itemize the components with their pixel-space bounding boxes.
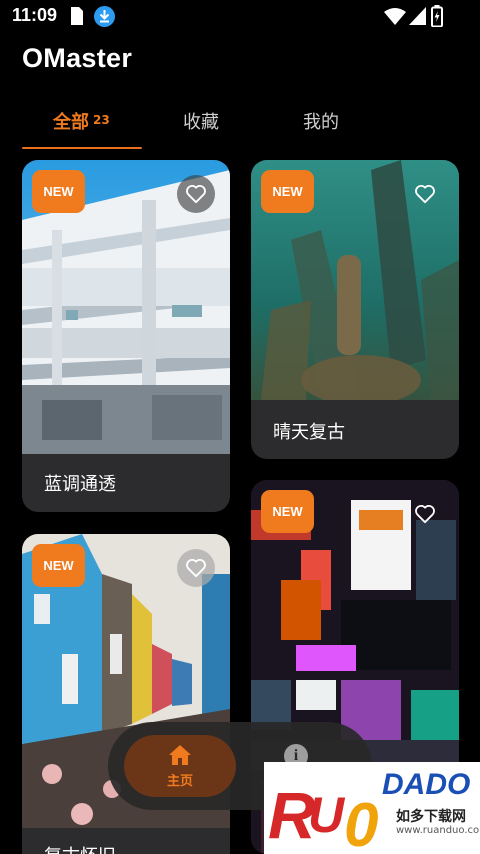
tab-mine-label: 我的: [303, 112, 339, 133]
favorite-button[interactable]: [406, 495, 444, 533]
tab-favorites[interactable]: 收藏: [183, 108, 219, 134]
favorite-button[interactable]: [406, 175, 444, 213]
heart-outline-icon: [415, 505, 435, 524]
signal-icon: [409, 7, 426, 25]
heart-outline-icon: [186, 559, 206, 578]
filter-tabs: 全部 23 收藏 我的: [22, 100, 458, 150]
heart-outline-icon: [186, 185, 206, 204]
download-icon: [94, 6, 115, 27]
status-time: 11:09: [12, 5, 58, 25]
wifi-icon: [384, 8, 406, 25]
tab-all[interactable]: 全部 23: [53, 108, 110, 134]
favorite-button[interactable]: [177, 549, 215, 587]
active-tab-indicator: [22, 147, 142, 149]
svg-text:DADO: DADO: [382, 768, 470, 801]
preset-card-2[interactable]: NEW 晴天复古: [251, 160, 459, 459]
new-badge: NEW: [32, 544, 85, 587]
watermark-url: www.ruanduo.com: [396, 825, 480, 836]
card-title: 蓝调通透: [44, 474, 116, 495]
app-title: OMaster: [22, 43, 133, 73]
svg-text:U: U: [308, 787, 346, 843]
battery-charging-icon: [431, 5, 443, 27]
preset-card-1[interactable]: NEW 蓝调通透: [22, 160, 230, 512]
nav-home-button[interactable]: 主页: [124, 735, 236, 797]
heart-outline-icon: [415, 185, 435, 204]
new-badge: NEW: [261, 170, 314, 213]
new-badge: NEW: [261, 490, 314, 533]
tab-all-count: 23: [93, 113, 110, 127]
card-title: 晴天复古: [273, 422, 345, 443]
svg-text:0: 0: [344, 791, 378, 854]
favorite-button[interactable]: [177, 175, 215, 213]
watermark-slogan: 如多下载网: [396, 809, 466, 825]
sim-card-icon: [71, 7, 83, 25]
tab-favorites-label: 收藏: [183, 112, 219, 133]
status-bar: 11:09: [0, 0, 480, 34]
nav-home-label: 主页: [166, 773, 193, 789]
new-badge: NEW: [32, 170, 85, 213]
home-icon: [169, 744, 191, 765]
watermark: R U 0 DADO 如多下载网 www.ruanduo.com: [264, 762, 480, 854]
tab-mine[interactable]: 我的: [303, 108, 339, 134]
tab-all-label: 全部: [53, 112, 89, 133]
card-title: 复古怀旧: [44, 842, 116, 854]
